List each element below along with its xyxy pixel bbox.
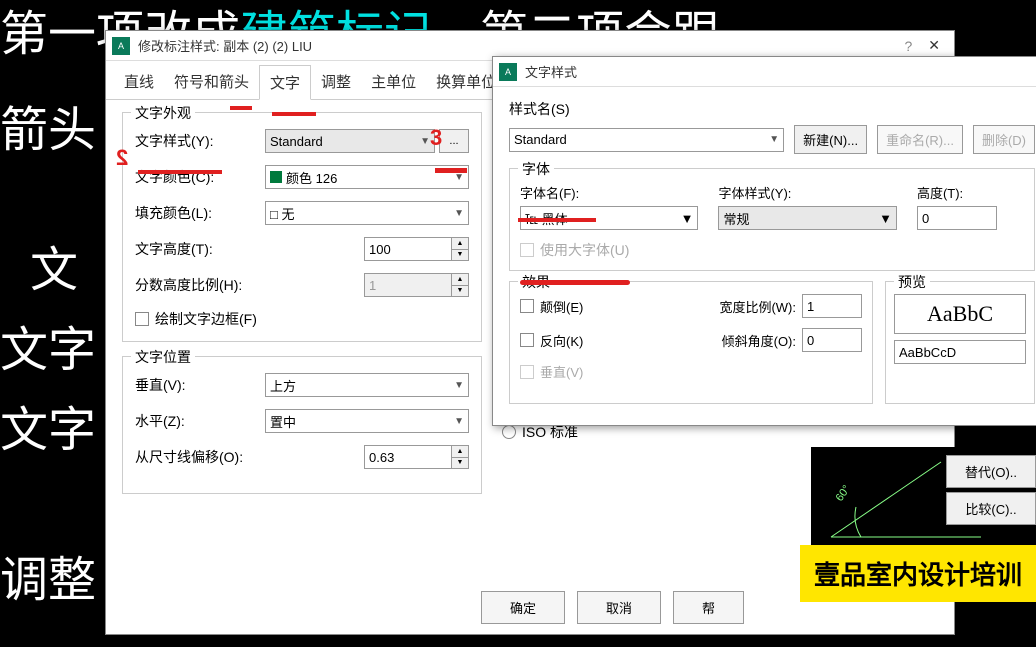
fraction-height-spinner[interactable]: ▲▼ (451, 273, 469, 297)
watermark-banner: 壹品室内设计培训 (800, 545, 1036, 602)
draw-frame-label: 绘制文字边框(F) (155, 309, 257, 329)
upside-down-checkbox[interactable] (520, 299, 534, 313)
annotation-underline (435, 168, 467, 173)
annotation-underline (272, 112, 316, 116)
chevron-down-icon: ▼ (769, 134, 779, 145)
chevron-down-icon: ▼ (454, 208, 464, 219)
dialog-title: 文字样式 (525, 62, 1036, 81)
text-style-dialog: A 文字样式 样式名(S) Standard▼ 新建(N)... 重命名(R).… (492, 56, 1036, 426)
annotation-underline (138, 170, 222, 174)
horizontal-select[interactable]: 置中▼ (265, 409, 469, 433)
upside-down-label: 颠倒(E) (540, 297, 620, 316)
style-name-label: 样式名(S) (509, 99, 1035, 119)
font-style-select[interactable]: 常规▼ (718, 206, 896, 230)
chevron-down-icon: ▼ (879, 211, 892, 226)
compare-button[interactable]: 比较(C).. (946, 492, 1036, 525)
annotation-underline (520, 280, 630, 285)
dialog-title: 修改标注样式: 副本 (2) (2) LIU (138, 36, 896, 55)
text-position-group: 文字位置 垂直(V): 上方▼ 水平(Z): 置中▼ 从尺寸线偏移(O): (122, 356, 482, 494)
preview-large: AaBbC (894, 294, 1026, 334)
chevron-down-icon: ▼ (681, 211, 694, 226)
font-height-input[interactable] (917, 206, 997, 230)
side-buttons: 替代(O).. 比较(C).. (946, 455, 1036, 529)
delete-button: 删除(D) (973, 125, 1035, 154)
help-icon[interactable]: ? (896, 38, 920, 54)
new-button[interactable]: 新建(N)... (794, 125, 867, 154)
ok-button[interactable]: 确定 (481, 591, 565, 624)
draw-frame-checkbox[interactable] (135, 312, 149, 326)
tab-text[interactable]: 文字 (259, 65, 311, 100)
override-button[interactable]: 替代(O).. (946, 455, 1036, 488)
text-style-browse-button[interactable]: ... (439, 129, 469, 153)
offset-input[interactable]: 0.63 (364, 445, 452, 469)
vertical-checkbox (520, 365, 534, 379)
vertical-label: 垂直(V): (135, 375, 265, 395)
font-name-label: 字体名(F): (520, 183, 698, 202)
chevron-down-icon: ▼ (454, 172, 464, 183)
group-title: 字体 (518, 159, 554, 179)
text-height-spinner[interactable]: ▲▼ (451, 237, 469, 261)
annotation-mark-2: 2 (116, 145, 128, 171)
annotation-mark-3: 3 (430, 125, 442, 151)
backwards-checkbox[interactable] (520, 333, 534, 347)
text-appearance-group: 文字外观 文字样式(Y): Standard▼ ... 文字颜色(C): 颜色 … (122, 112, 482, 342)
group-title: 文字外观 (131, 103, 195, 123)
color-swatch (270, 171, 282, 183)
offset-label: 从尺寸线偏移(O): (135, 447, 285, 467)
effect-group: 效果 颠倒(E) 宽度比例(W): 反向(K) 倾斜角度(O): (509, 281, 873, 404)
chevron-down-icon: ▼ (454, 416, 464, 427)
align-radio-iso[interactable] (502, 425, 516, 439)
oblique-label: 倾斜角度(O): (722, 331, 796, 350)
offset-spinner[interactable]: ▲▼ (451, 445, 469, 469)
bg-text-t4: 调整 (0, 540, 96, 610)
use-big-font-label: 使用大字体(U) (540, 240, 629, 260)
vertical-select[interactable]: 上方▼ (265, 373, 469, 397)
chevron-down-icon: ▼ (454, 380, 464, 391)
rename-button: 重命名(R)... (877, 125, 963, 154)
titlebar: A 文字样式 (493, 57, 1036, 87)
oblique-input[interactable] (802, 328, 862, 352)
fill-color-select[interactable]: □ 无 ▼ (265, 201, 469, 225)
vertical-label: 垂直(V) (540, 362, 620, 381)
text-height-input[interactable]: 100 (364, 237, 452, 261)
font-height-label: 高度(T): (917, 183, 1024, 202)
annotation-underline (230, 106, 252, 110)
group-title: 文字位置 (131, 347, 195, 367)
bg-text-arrow: 箭头 (0, 90, 96, 160)
close-icon[interactable]: ✕ (920, 37, 948, 54)
tab-line[interactable]: 直线 (114, 65, 164, 99)
annotation-underline (518, 218, 596, 222)
horizontal-label: 水平(Z): (135, 411, 265, 431)
help-button[interactable]: 帮 (673, 591, 744, 624)
app-icon: A (112, 37, 130, 55)
bg-text-t2: 文字 (0, 310, 96, 380)
width-factor-input[interactable] (802, 294, 862, 318)
backwards-label: 反向(K) (540, 331, 620, 350)
bg-text-t3: 文字 (0, 390, 96, 460)
use-big-font-checkbox (520, 243, 534, 257)
preview-input[interactable] (894, 340, 1026, 364)
preview-group: 预览 AaBbC (885, 281, 1035, 404)
text-style-label: 文字样式(Y): (135, 131, 265, 151)
text-height-label: 文字高度(T): (135, 239, 265, 259)
width-factor-label: 宽度比例(W): (719, 297, 796, 316)
text-style-select[interactable]: Standard▼ (265, 129, 435, 153)
cancel-button[interactable]: 取消 (577, 591, 661, 624)
group-title: 预览 (894, 272, 930, 292)
tab-symbol[interactable]: 符号和箭头 (164, 65, 259, 99)
chevron-down-icon: ▼ (420, 136, 430, 147)
fill-color-label: 填充颜色(L): (135, 203, 265, 223)
style-name-select[interactable]: Standard▼ (509, 128, 784, 152)
fraction-height-label: 分数高度比例(H): (135, 275, 265, 295)
font-style-label: 字体样式(Y): (718, 183, 896, 202)
tab-primary[interactable]: 主单位 (361, 65, 426, 99)
tab-adjust[interactable]: 调整 (311, 65, 361, 99)
fraction-height-input: 1 (364, 273, 452, 297)
svg-text:60°: 60° (834, 483, 853, 504)
bg-text-t1: 文 (30, 230, 78, 300)
app-icon: A (499, 63, 517, 81)
